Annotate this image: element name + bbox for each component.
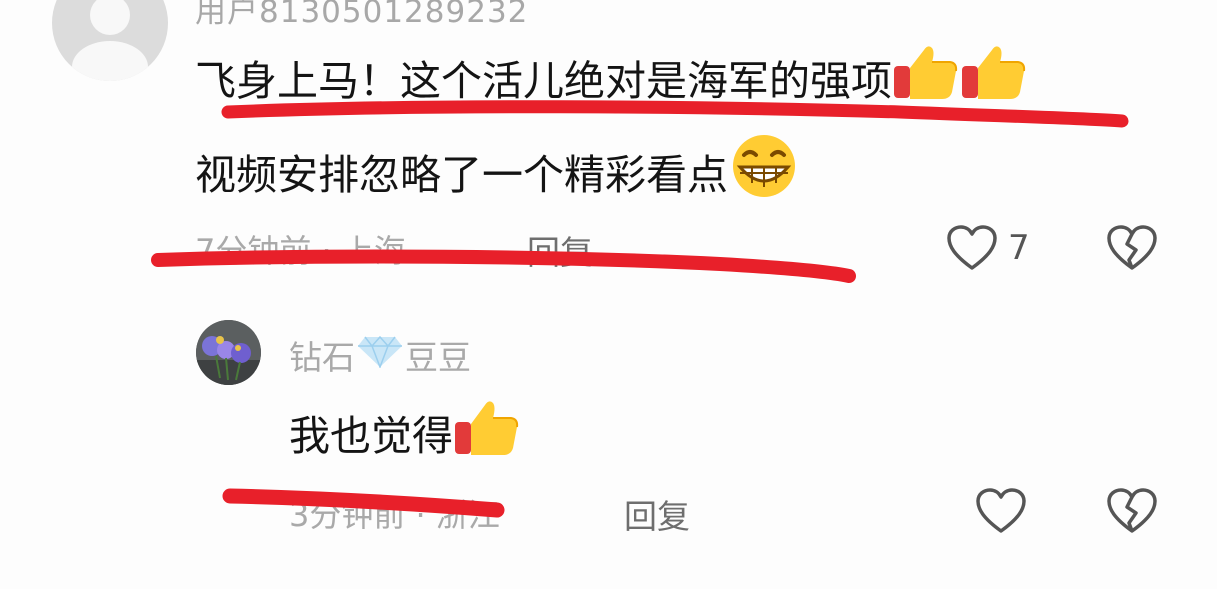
reply-username-part: 豆豆 — [405, 338, 471, 377]
heart-icon — [947, 225, 997, 270]
reply-avatar[interactable] — [196, 320, 261, 385]
like-button[interactable] — [975, 487, 1027, 539]
reply-button[interactable]: 回复 — [527, 226, 593, 274]
dislike-button[interactable] — [1106, 487, 1158, 539]
heart-icon — [976, 488, 1026, 533]
comment-text: 飞身上马！这个活儿绝对是海军的强项 — [195, 57, 892, 105]
reply-button[interactable]: 回复 — [624, 490, 690, 538]
broken-heart-icon — [1107, 488, 1157, 533]
dislike-button[interactable] — [1106, 224, 1158, 276]
comment-username[interactable]: 用户8130501289232 — [195, 0, 528, 31]
reply-time-location: 3分钟前 · 浙江 — [289, 496, 500, 534]
flower-photo-icon — [196, 320, 261, 385]
like-count: 7 — [1008, 228, 1030, 268]
thumbs-up-icon — [453, 396, 521, 468]
broken-heart-icon — [1107, 225, 1157, 270]
default-avatar-icon — [72, 0, 148, 81]
reply-username-part: 钻石 — [289, 338, 355, 377]
thumbs-up-icon — [960, 42, 1028, 112]
reply-text: 我也觉得 — [289, 412, 453, 460]
grinning-face-icon — [728, 133, 800, 209]
gem-icon — [357, 334, 403, 376]
thumbs-up-icon — [892, 42, 960, 112]
reply-username[interactable]: 钻石 豆豆 — [289, 331, 471, 379]
avatar[interactable] — [52, 0, 168, 81]
like-button[interactable] — [946, 224, 998, 276]
reply-text-line: 我也觉得 — [289, 396, 521, 468]
comment-time-location: 7分钟前 · 上海 — [195, 232, 406, 270]
comment-text-line1: 飞身上马！这个活儿绝对是海军的强项 — [195, 42, 1028, 112]
comment-text: 视频安排忽略了一个精彩看点 — [195, 151, 728, 199]
comment-text-line2: 视频安排忽略了一个精彩看点 — [195, 133, 800, 209]
